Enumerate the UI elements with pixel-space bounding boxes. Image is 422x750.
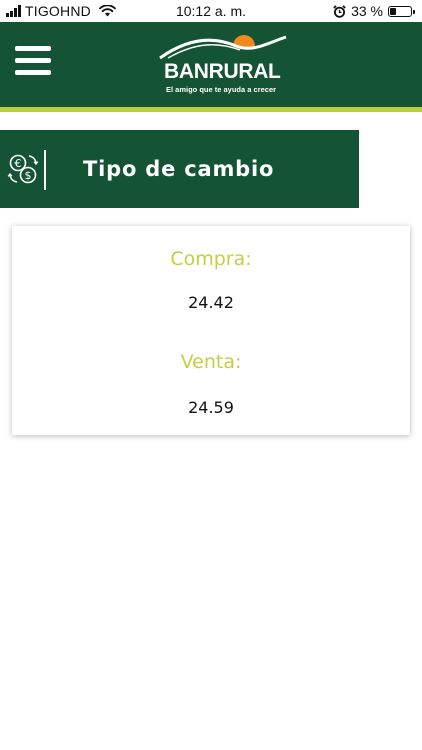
page-title: Tipo de cambio: [83, 157, 275, 181]
svg-text:€: €: [15, 157, 22, 170]
banrural-logo: BANRURAL El amigo que te ayuda a crecer: [158, 28, 288, 104]
banner-divider: [44, 150, 46, 190]
buy-rate-value: 24.42: [188, 293, 234, 312]
battery-percent: 33 %: [351, 3, 383, 19]
buy-rate-label: Compra:: [170, 248, 252, 270]
svg-text:$: $: [25, 169, 32, 182]
exchange-rate-card: Compra: 24.42 Venta: 24.59: [12, 226, 410, 435]
alarm-icon: [333, 4, 346, 18]
sell-rate-label: Venta:: [180, 351, 242, 373]
logo-name: BANRURAL: [164, 60, 281, 83]
hamburger-menu-icon[interactable]: [15, 46, 51, 78]
battery-icon: [388, 5, 415, 17]
battery-fill: [390, 7, 396, 15]
section-title-banner: € $ Tipo de cambio: [0, 130, 359, 208]
sell-rate-value: 24.59: [188, 398, 234, 417]
header-accent-stripe: [0, 107, 422, 112]
status-right: 33 %: [333, 3, 415, 19]
app-header: BANRURAL El amigo que te ayuda a crecer: [0, 22, 422, 107]
currency-exchange-icon: € $: [7, 154, 39, 184]
status-bar: TIGOHND 10:12 a. m. 33 %: [0, 0, 422, 22]
logo-tagline: El amigo que te ayuda a crecer: [166, 85, 277, 94]
